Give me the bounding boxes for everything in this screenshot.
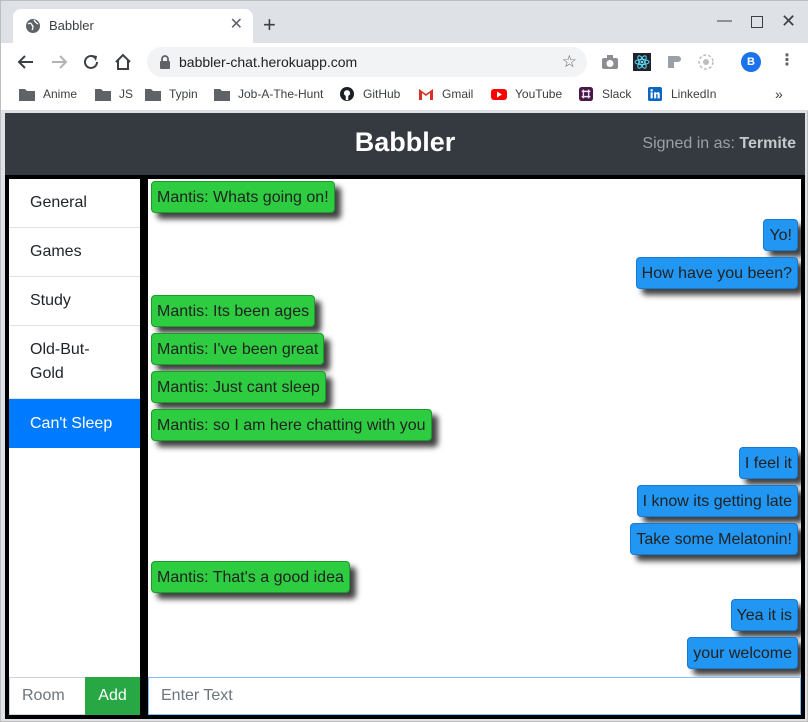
sent-message: I feel it <box>738 447 798 479</box>
chat-panel: Mantis: Whats going on! Yo! How have you b… <box>148 179 801 715</box>
forward-icon[interactable] <box>48 51 70 73</box>
room-label: General <box>30 194 87 211</box>
minimize-icon[interactable]: — <box>717 11 732 31</box>
room-label: Study <box>30 292 71 309</box>
bookmark-label: GitHub <box>363 87 401 101</box>
bookmark-label: Anime <box>43 87 78 101</box>
close-window-icon[interactable]: ✕ <box>781 11 796 31</box>
folder-icon <box>19 89 35 101</box>
loader-extension-icon[interactable] <box>697 53 715 71</box>
sent-message: your welcome <box>687 637 798 669</box>
received-message: Mantis: I've been great <box>151 333 325 365</box>
bookmark-job-a-the-hunt[interactable]: Job-A-The-Hunt <box>214 87 323 101</box>
bookmark-star-icon[interactable]: ☆ <box>562 52 577 72</box>
room-label: Games <box>30 243 82 260</box>
tab-title: Babbler <box>49 18 94 33</box>
sidebar-item-cant-sleep[interactable]: Can't Sleep <box>9 399 140 448</box>
sent-message: How have you been? <box>635 257 798 289</box>
bookmark-js[interactable]: JS <box>95 87 133 101</box>
folder-icon <box>145 89 161 101</box>
profile-avatar[interactable]: B <box>741 52 761 72</box>
reload-icon[interactable] <box>80 51 102 73</box>
bookmarks-bar: Anime JS Typin Job-A-The-Hunt GitHub Gma… <box>1 81 808 111</box>
tab-strip: Babbler ✕ + — ✕ <box>1 1 808 43</box>
message-input[interactable] <box>148 677 801 715</box>
home-icon[interactable] <box>112 51 134 73</box>
browser-window: Babbler ✕ + — ✕ babbler-chat.herokuapp.c… <box>0 0 808 722</box>
sidebar-item-study[interactable]: Study <box>9 277 140 326</box>
username: Termite <box>739 135 796 152</box>
back-icon[interactable] <box>15 51 37 73</box>
sent-message: Yo! <box>763 219 798 251</box>
sent-message: Yea it is <box>730 599 798 631</box>
bookmark-typin[interactable]: Typin <box>145 87 198 101</box>
room-name-input[interactable] <box>9 677 85 715</box>
sent-message: Take some Melatonin! <box>630 523 798 555</box>
add-room-form: Add <box>9 677 140 715</box>
app-header: Babbler Signed in as: Termite <box>5 113 805 175</box>
received-message: Mantis: That's a good idea <box>151 561 350 593</box>
url-text: babbler-chat.herokuapp.com <box>179 54 358 70</box>
bookmark-label: JS <box>119 87 134 101</box>
close-tab-icon[interactable]: ✕ <box>230 15 243 35</box>
bookmark-github[interactable]: GitHub <box>339 87 400 101</box>
bookmark-anime[interactable]: Anime <box>19 87 77 101</box>
received-message: Mantis: Whats going on! <box>151 181 335 213</box>
bookmark-label: YouTube <box>515 87 563 101</box>
sidebar-item-general[interactable]: General <box>9 179 140 228</box>
room-label: Can't Sleep <box>30 414 113 432</box>
more-bookmarks-icon[interactable]: » <box>775 86 783 102</box>
bookmark-linkedin[interactable]: LinkedIn <box>647 87 716 101</box>
new-tab-icon[interactable]: + <box>263 14 276 36</box>
address-bar[interactable]: babbler-chat.herokuapp.com ☆ <box>147 47 587 77</box>
room-label: Old-But-Gold <box>30 341 90 382</box>
bookmark-gmail[interactable]: Gmail <box>418 87 473 101</box>
bookmark-slack[interactable]: Slack <box>578 87 631 101</box>
linkedin-icon <box>648 87 662 101</box>
youtube-icon <box>491 89 507 100</box>
extension-icon[interactable] <box>665 53 683 71</box>
add-room-button[interactable]: Add <box>85 677 140 715</box>
sidebar-item-games[interactable]: Games <box>9 228 140 277</box>
browser-tab[interactable]: Babbler ✕ <box>13 9 253 43</box>
signed-in-label: Signed in as: <box>642 135 735 152</box>
received-message: Mantis: so I am here chatting with you <box>151 409 432 441</box>
received-message: Mantis: Just cant sleep <box>151 371 326 403</box>
bookmark-label: Gmail <box>442 87 474 101</box>
received-message: Mantis: Its been ages <box>151 295 316 327</box>
react-devtools-icon[interactable] <box>633 53 651 71</box>
signed-in-status: Signed in as: Termite <box>642 135 796 153</box>
babbler-app: Babbler Signed in as: Termite General Ga… <box>5 113 805 719</box>
sent-message: I know its getting late <box>636 485 798 517</box>
folder-icon <box>214 89 230 101</box>
bookmark-youtube[interactable]: YouTube <box>491 87 562 101</box>
browser-toolbar: babbler-chat.herokuapp.com ☆ B ⋮ <box>1 43 808 81</box>
folder-icon <box>95 89 111 101</box>
slack-icon <box>579 87 593 101</box>
room-sidebar: General Games Study Old-But-Gold Can't S… <box>9 179 140 715</box>
sidebar-item-old-but-gold[interactable]: Old-But-Gold <box>9 326 140 399</box>
bookmark-label: Typin <box>169 87 198 101</box>
globe-icon <box>26 19 40 33</box>
browser-menu-icon[interactable]: ⋮ <box>779 51 795 71</box>
maximize-icon[interactable] <box>751 16 763 28</box>
camera-extension-icon[interactable] <box>601 53 619 71</box>
bookmark-label: Slack <box>602 87 632 101</box>
github-icon <box>340 87 354 101</box>
bookmark-label: Job-A-The-Hunt <box>238 87 324 101</box>
gmail-icon <box>419 89 433 100</box>
lock-icon <box>160 55 170 69</box>
bookmark-label: LinkedIn <box>671 87 717 101</box>
